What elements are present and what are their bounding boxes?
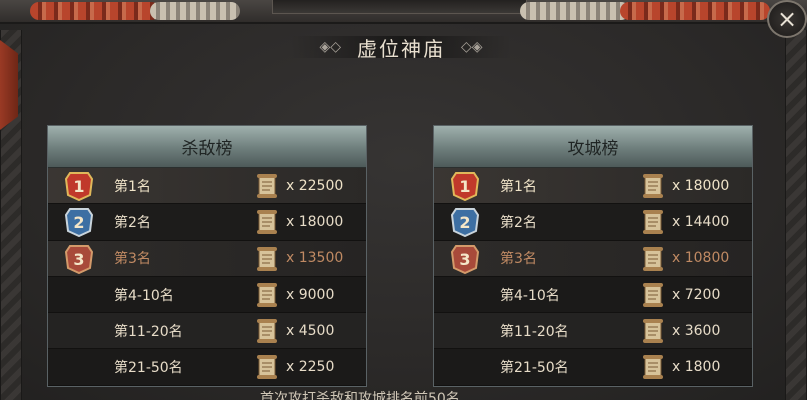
scroll-icon bbox=[642, 354, 664, 380]
top-decor-strip bbox=[0, 0, 807, 24]
top-center-plate bbox=[272, 0, 527, 14]
ranking-row: 3 第3名 x 13500 bbox=[48, 240, 366, 277]
game-window: × ◈◇ 虚位神庙 ◇◈ 杀敌榜 1 第1名 x 22500 2 第2名 x 18000 3… bbox=[0, 0, 807, 400]
rank-label: 第3名 bbox=[114, 251, 151, 268]
board-header: 攻城榜 bbox=[434, 126, 752, 168]
reward-amount: x 9000 bbox=[286, 286, 335, 303]
reward-amount: x 1800 bbox=[672, 359, 721, 376]
reward-amount: x 18000 bbox=[672, 177, 730, 194]
ranking-row: 第4-10名 x 9000 bbox=[48, 276, 366, 314]
rank-label: 第11-20名 bbox=[114, 323, 183, 340]
reward-amount: x 18000 bbox=[286, 213, 344, 230]
title-banner: ◈◇ 虚位神庙 ◇◈ bbox=[290, 30, 512, 64]
reward-amount: x 4500 bbox=[286, 322, 335, 339]
rank-label: 第3名 bbox=[500, 251, 537, 268]
scroll-icon bbox=[256, 282, 278, 308]
rope-decor bbox=[620, 2, 770, 20]
scroll-icon bbox=[642, 246, 664, 272]
reward-amount: x 10800 bbox=[672, 250, 730, 267]
rank-label: 第4-10名 bbox=[114, 287, 174, 304]
svg-text:3: 3 bbox=[73, 250, 84, 269]
scroll-icon bbox=[642, 318, 664, 344]
siege-ranking-board: 攻城榜 1 第1名 x 18000 2 第2名 x 14400 3 第3名 x 10800 第4-… bbox=[433, 125, 753, 387]
ranking-list: 1 第1名 x 18000 2 第2名 x 14400 3 第3名 x 10800 第4-10名 x… bbox=[434, 168, 752, 386]
ornament-icon: ◈◇ bbox=[319, 39, 341, 55]
rank-label: 第2名 bbox=[114, 214, 151, 231]
silver-medal-icon: 2 bbox=[448, 207, 482, 238]
scroll-icon bbox=[256, 209, 278, 235]
reward-amount: x 22500 bbox=[286, 177, 344, 194]
ranking-row: 第11-20名 x 4500 bbox=[48, 313, 366, 350]
reward-amount: x 7200 bbox=[672, 286, 721, 303]
left-hook-decor bbox=[0, 40, 18, 130]
close-button[interactable]: × bbox=[767, 0, 807, 38]
scroll-icon bbox=[256, 354, 278, 380]
ranking-row: 2 第2名 x 14400 bbox=[434, 204, 752, 241]
rope-decor bbox=[150, 2, 240, 20]
ranking-row: 第21-50名 x 2250 bbox=[48, 349, 366, 386]
gold-medal-icon: 1 bbox=[448, 171, 482, 202]
rank-label: 第11-20名 bbox=[500, 323, 569, 340]
rope-decor bbox=[30, 2, 160, 20]
reward-amount: x 3600 bbox=[672, 322, 721, 339]
rank-label: 第21-50名 bbox=[500, 360, 569, 377]
scroll-icon bbox=[642, 173, 664, 199]
scroll-icon bbox=[642, 282, 664, 308]
svg-text:1: 1 bbox=[73, 177, 84, 196]
kill-ranking-board: 杀敌榜 1 第1名 x 22500 2 第2名 x 18000 3 第3名 x 13500 第4-… bbox=[47, 125, 367, 387]
rank-label: 第1名 bbox=[500, 178, 537, 195]
right-border-pattern bbox=[785, 30, 807, 400]
gold-medal-icon: 1 bbox=[62, 171, 96, 202]
bronze-medal-icon: 3 bbox=[448, 244, 482, 274]
scroll-icon bbox=[642, 209, 664, 235]
rope-decor bbox=[520, 2, 630, 20]
reward-amount: x 2250 bbox=[286, 359, 335, 376]
footer-note: 首次攻打杀敌和攻城排名前50名 bbox=[260, 391, 460, 400]
svg-text:2: 2 bbox=[459, 213, 470, 232]
svg-text:3: 3 bbox=[459, 250, 470, 269]
close-icon: × bbox=[776, 5, 798, 33]
ornament-icon: ◇◈ bbox=[461, 39, 483, 55]
reward-amount: x 13500 bbox=[286, 250, 344, 267]
board-header: 杀敌榜 bbox=[48, 126, 366, 168]
page-title: 虚位神庙 bbox=[357, 36, 445, 61]
silver-medal-icon: 2 bbox=[62, 207, 96, 238]
svg-text:2: 2 bbox=[73, 213, 84, 232]
ranking-row: 第4-10名 x 7200 bbox=[434, 276, 752, 314]
reward-amount: x 14400 bbox=[672, 213, 730, 230]
ranking-row: 第11-20名 x 3600 bbox=[434, 313, 752, 350]
scroll-icon bbox=[256, 246, 278, 272]
ranking-row: 1 第1名 x 22500 bbox=[48, 168, 366, 205]
rank-label: 第4-10名 bbox=[500, 287, 560, 304]
scroll-icon bbox=[256, 173, 278, 199]
ranking-row: 1 第1名 x 18000 bbox=[434, 168, 752, 205]
ranking-row: 3 第3名 x 10800 bbox=[434, 240, 752, 277]
rank-label: 第21-50名 bbox=[114, 360, 183, 377]
scroll-icon bbox=[256, 318, 278, 344]
rank-label: 第2名 bbox=[500, 214, 537, 231]
svg-text:1: 1 bbox=[459, 177, 470, 196]
rank-label: 第1名 bbox=[114, 178, 151, 195]
bronze-medal-icon: 3 bbox=[62, 244, 96, 274]
ranking-row: 2 第2名 x 18000 bbox=[48, 204, 366, 241]
ranking-row: 第21-50名 x 1800 bbox=[434, 349, 752, 386]
ranking-list: 1 第1名 x 22500 2 第2名 x 18000 3 第3名 x 13500 第4-10名 x… bbox=[48, 168, 366, 386]
